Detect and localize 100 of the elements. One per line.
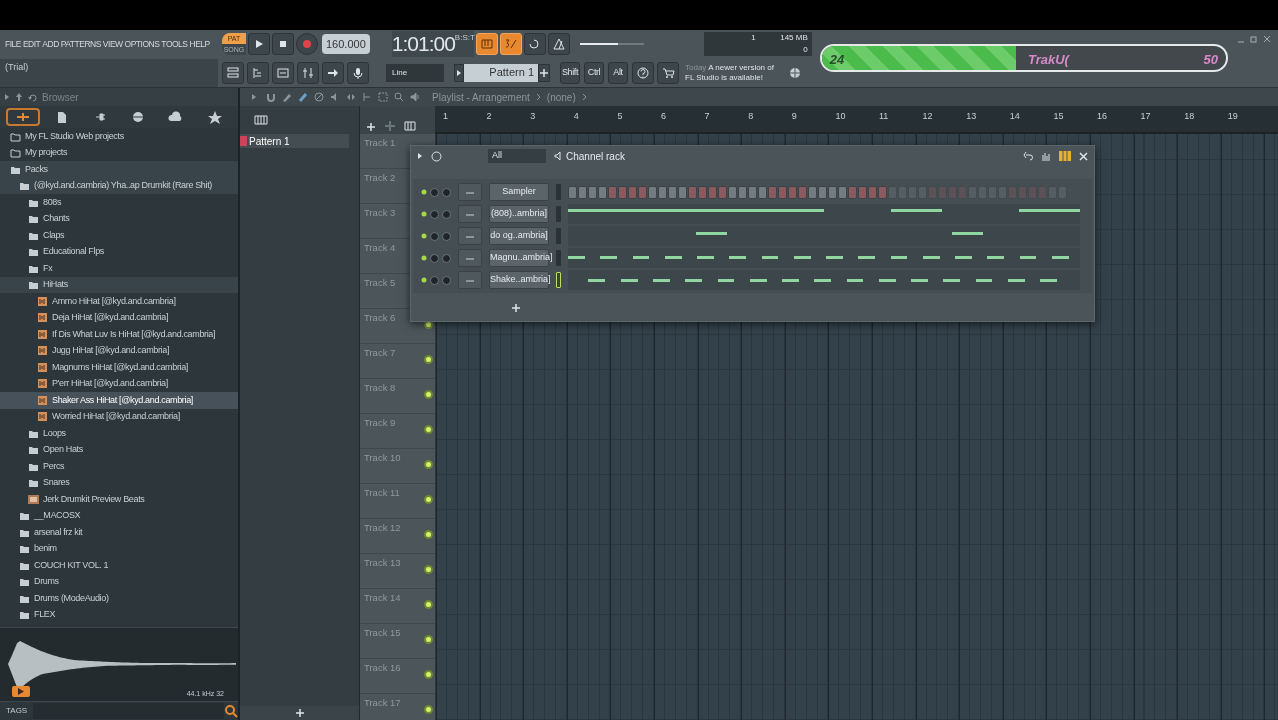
mixer-track-button[interactable]: [458, 183, 482, 201]
tree-item[interactable]: Magnums HiHat [@kyd.and.cambria]: [0, 359, 238, 376]
mixer-track-button[interactable]: [458, 249, 482, 267]
globe-icon[interactable]: [789, 66, 801, 79]
pan-knob[interactable]: [430, 187, 439, 197]
tree-item[interactable]: arsenal frz kit: [0, 524, 238, 541]
pan-knob[interactable]: [430, 231, 439, 241]
filter-dropdown[interactable]: All: [488, 149, 546, 163]
playlist-button[interactable]: [272, 61, 294, 84]
up-arrow-icon[interactable]: [15, 92, 23, 102]
track-enable-led[interactable]: [424, 355, 433, 364]
pan-knob[interactable]: [430, 209, 439, 219]
preview-play-button[interactable]: [12, 686, 30, 697]
delete-icon[interactable]: [314, 92, 324, 102]
pattern-item[interactable]: Pattern 1: [240, 134, 349, 148]
step-sequencer[interactable]: [568, 185, 1067, 199]
tree-item[interactable]: If Dis What Luv Is HiHat [@kyd.and.cambria]: [0, 326, 238, 343]
menu-item[interactable]: TOOLS: [160, 37, 189, 51]
tree-item[interactable]: Worried HiHat [@kyd.and.cambria]: [0, 408, 238, 425]
piano-icon[interactable]: [254, 115, 268, 125]
menu-item[interactable]: ADD: [41, 37, 60, 51]
add-channel-button[interactable]: [511, 303, 521, 313]
tree-item[interactable]: benim: [0, 540, 238, 557]
play-button[interactable]: [248, 33, 270, 55]
tags-search-field[interactable]: [33, 703, 224, 719]
track-enable-led[interactable]: [424, 495, 433, 504]
cart-button[interactable]: [657, 61, 679, 84]
channel-led-icon[interactable]: [421, 255, 427, 261]
metronome-button[interactable]: [547, 33, 570, 55]
channel-select-indicator[interactable]: [556, 272, 561, 288]
pattern-prev-button[interactable]: [454, 63, 464, 82]
channel-name-button[interactable]: Sampler: [489, 183, 549, 201]
tree-item[interactable]: 808s: [0, 194, 238, 211]
channel-rack-button[interactable]: [222, 61, 244, 84]
tree-item[interactable]: Packs: [0, 161, 238, 178]
track-enable-led[interactable]: [424, 425, 433, 434]
track-enable-led[interactable]: [424, 705, 433, 714]
tree-item[interactable]: My projects: [0, 144, 238, 161]
tree-item[interactable]: __MACOSX: [0, 507, 238, 524]
tree-item[interactable]: Jugg HiHat [@kyd.and.cambria]: [0, 342, 238, 359]
tree-item[interactable]: Jerk Drumkit Preview Beats: [0, 491, 238, 508]
loop-button[interactable]: [523, 33, 546, 55]
tree-item[interactable]: Percs: [0, 458, 238, 475]
typing-keyboard-button[interactable]: [475, 33, 498, 55]
piano-icon[interactable]: [404, 120, 416, 132]
microphone-button[interactable]: [347, 61, 369, 84]
add-track-button[interactable]: [366, 122, 376, 132]
timeline-ruler[interactable]: 1 2 3 4 5 6 7 8 9 10 11 12 13 14 15 16 17 18 19: [435, 106, 1278, 134]
tree-item[interactable]: Drums: [0, 573, 238, 590]
channel-name-button[interactable]: Shake..ambria]: [489, 271, 549, 289]
browser-tab[interactable]: [6, 108, 41, 126]
track-enable-led[interactable]: [424, 670, 433, 679]
tree-item[interactable]: Ammo HiHat [@kyd.and.cambria]: [0, 293, 238, 310]
arrow-button[interactable]: [322, 61, 344, 84]
brush-icon[interactable]: [298, 92, 308, 102]
tree-item[interactable]: Shaker Ass HiHat [@kyd.and.cambria]: [0, 392, 238, 409]
tree-item[interactable]: My FL Studio Web projects: [0, 128, 238, 145]
channel-name-button[interactable]: (808)..ambria]: [489, 205, 549, 223]
channel-led-icon[interactable]: [421, 211, 427, 217]
volume-knob[interactable]: [442, 209, 451, 219]
volume-knob[interactable]: [442, 275, 451, 285]
menu-item[interactable]: PATTERNS: [59, 37, 102, 51]
track-enable-led[interactable]: [424, 600, 433, 609]
track-enable-led[interactable]: [424, 565, 433, 574]
arrow-icon[interactable]: [4, 93, 10, 101]
menu-item[interactable]: OPTIONS: [123, 37, 161, 51]
pan-knob[interactable]: [430, 253, 439, 263]
track-enable-led[interactable]: [424, 635, 433, 644]
search-icon[interactable]: [224, 704, 238, 718]
snap-dropdown[interactable]: Line: [386, 63, 444, 82]
tree-item[interactable]: FLEX: [0, 606, 238, 623]
restore-icon[interactable]: [1249, 34, 1259, 44]
swing-knob-icon[interactable]: [431, 150, 442, 162]
slip-icon[interactable]: [346, 92, 356, 102]
tree-item[interactable]: HiHats: [0, 276, 238, 293]
tree-item[interactable]: Loops: [0, 425, 238, 442]
mixer-track-button[interactable]: [458, 271, 482, 289]
pencil-icon[interactable]: [282, 92, 292, 102]
track-enable-led[interactable]: [424, 530, 433, 539]
tree-item[interactable]: COUCH KIT VOL. 1: [0, 557, 238, 574]
mixer-button[interactable]: [297, 61, 319, 84]
volume-knob[interactable]: [442, 253, 451, 263]
pan-knob[interactable]: [430, 275, 439, 285]
channel-led-icon[interactable]: [421, 233, 427, 239]
tree-item[interactable]: Claps: [0, 227, 238, 244]
mixer-track-button[interactable]: [458, 227, 482, 245]
update-notice[interactable]: Today A newer version of FL Studio is available!: [685, 62, 785, 83]
volume-knob[interactable]: [442, 187, 451, 197]
modifier-button[interactable]: Shift: [560, 61, 580, 84]
modifier-button[interactable]: Alt: [608, 61, 628, 84]
piano-roll-button[interactable]: [247, 61, 269, 84]
pattern-selector[interactable]: Pattern 1: [464, 63, 538, 82]
menu-item[interactable]: FILE: [4, 37, 22, 51]
channel-led-icon[interactable]: [421, 189, 427, 195]
tree-item[interactable]: Deja HiHat [@kyd.and.cambria]: [0, 309, 238, 326]
channel-name-button[interactable]: do og..ambria]: [489, 227, 549, 245]
add-pattern-button[interactable]: [538, 63, 550, 82]
magnet-icon[interactable]: [266, 92, 276, 102]
tree-item[interactable]: Fx: [0, 260, 238, 277]
tempo-field[interactable]: 160.000: [322, 33, 370, 55]
